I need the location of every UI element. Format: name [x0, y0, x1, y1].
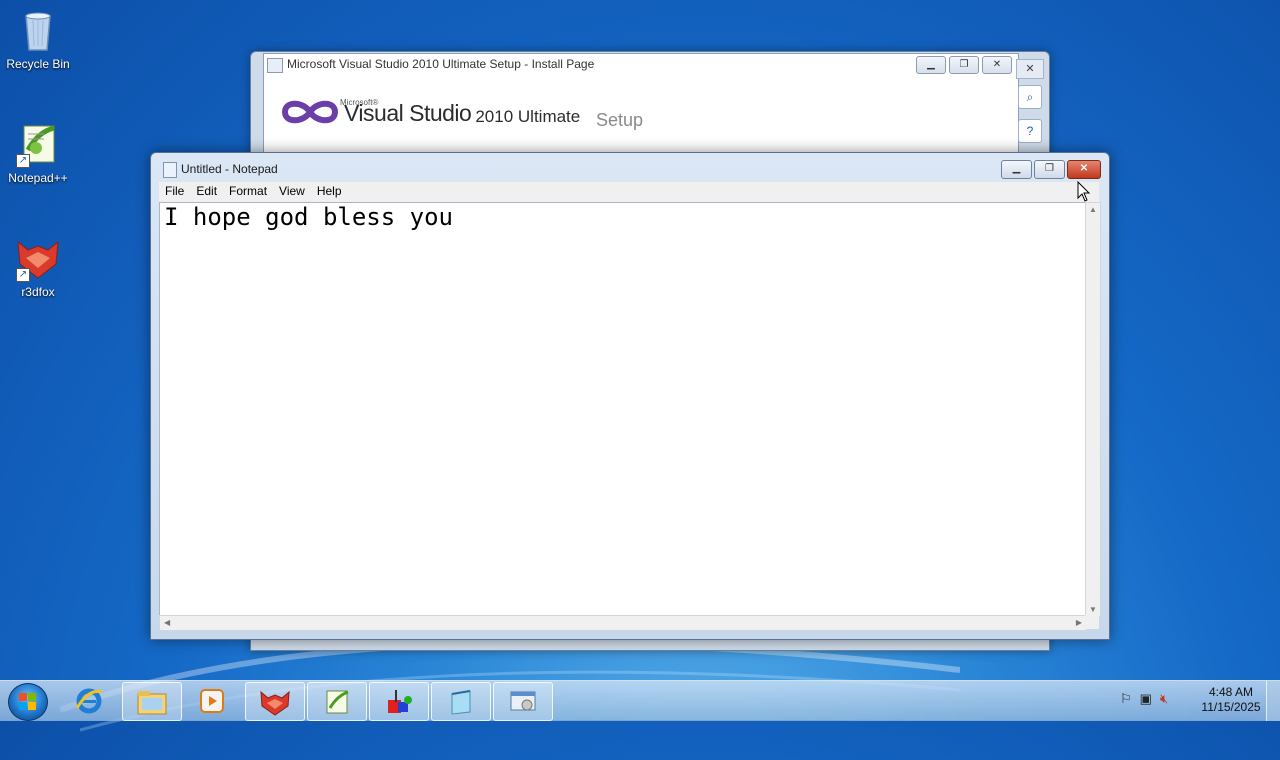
menu-edit[interactable]: Edit: [190, 182, 223, 202]
taskbar-r3dfox[interactable]: [245, 682, 305, 721]
vs-setup-label: Setup: [596, 110, 644, 130]
taskbar: ⚐ ▣ 🔇︎ 4:48 AM 11/15/2025: [0, 680, 1280, 721]
help-icon[interactable]: ?: [1018, 119, 1042, 143]
scroll-down-arrow-icon[interactable]: ▼: [1089, 605, 1097, 614]
notepad-menubar: File Edit Format View Help: [159, 182, 1099, 202]
scroll-up-arrow-icon[interactable]: ▲: [1089, 205, 1097, 214]
desktop-icon-label: r3dfox: [21, 285, 55, 299]
notepad-icon: [163, 162, 177, 178]
notepad-plus-plus-icon: ↗: [14, 120, 62, 168]
taskbar-notepad-plus-plus[interactable]: [307, 682, 367, 721]
notepad-maximize-button[interactable]: ❐: [1034, 160, 1065, 179]
menu-file[interactable]: File: [159, 182, 190, 202]
taskbar-media-player[interactable]: [183, 682, 241, 719]
vs-window-controls: ▁ ❐ ✕: [916, 56, 1012, 74]
r3dfox-icon: ↗: [14, 234, 62, 282]
mouse-cursor-icon: [1077, 181, 1091, 202]
taskbar-file-explorer[interactable]: [122, 682, 182, 721]
notepad-window-controls: ▁ ❐ ✕: [1001, 160, 1101, 179]
action-center-flag-icon[interactable]: ⚐: [1120, 691, 1132, 707]
recycle-bin-icon: [14, 6, 62, 54]
taskbar-notepad[interactable]: [431, 682, 491, 721]
vs-setup-window-title: Microsoft Visual Studio 2010 Ultimate Se…: [287, 57, 595, 71]
vertical-scrollbar[interactable]: ▲ ▼: [1085, 202, 1101, 617]
vs-logo-main: Visual Studio: [344, 100, 472, 126]
notepad-window[interactable]: Untitled - Notepad ▁ ❐ ✕ File Edit Forma…: [150, 152, 1110, 640]
show-desktop-button[interactable]: [1266, 681, 1280, 721]
desktop-icon-label: Notepad++: [8, 171, 68, 185]
menu-view[interactable]: View: [273, 182, 311, 202]
taskbar-internet-explorer[interactable]: [60, 682, 118, 719]
notepad-close-button[interactable]: ✕: [1067, 160, 1101, 179]
vs-minimize-button[interactable]: ▁: [916, 56, 946, 74]
resize-grip[interactable]: [1085, 615, 1099, 629]
desktop-icon-recycle-bin[interactable]: Recycle Bin: [0, 6, 76, 71]
notepad-icon: [451, 689, 471, 715]
vs-infinity-icon: [281, 100, 339, 124]
notepad-content[interactable]: I hope god bless you: [164, 203, 453, 231]
folder-icon: [137, 690, 167, 714]
taskbar-paint-app[interactable]: [369, 682, 429, 721]
menu-format[interactable]: Format: [223, 182, 273, 202]
menu-help[interactable]: Help: [311, 182, 348, 202]
clock-time: 4:48 AM: [1208, 685, 1254, 699]
windows-logo-icon: [19, 693, 36, 710]
notepad-titlebar[interactable]: Untitled - Notepad ▁ ❐ ✕: [151, 153, 1109, 183]
desktop-icon-notepad-plus-plus[interactable]: ↗ Notepad++: [0, 120, 76, 185]
scroll-right-arrow-icon[interactable]: ▶: [1076, 618, 1082, 627]
taskbar-setup-program[interactable]: [493, 682, 553, 721]
vs-maximize-button[interactable]: ❐: [949, 56, 979, 74]
network-icon[interactable]: ▣: [1140, 691, 1152, 707]
notepad-text-area[interactable]: I hope god bless you: [159, 202, 1087, 617]
vs-logo-sub: 2010 Ultimate: [475, 107, 581, 126]
vs-logo: Visual Studio 2010 Ultimate: [281, 97, 580, 127]
desktop-icon-label: Recycle Bin: [6, 57, 70, 71]
vs-close-button[interactable]: ✕: [982, 56, 1012, 74]
shapes-icon: [388, 689, 412, 713]
search-icon[interactable]: ⌕: [1018, 85, 1042, 109]
system-tray: ⚐ ▣ 🔇︎: [1120, 691, 1168, 707]
notepad-minimize-button[interactable]: ▁: [1001, 160, 1032, 179]
clock-date: 11/15/2025: [1201, 700, 1261, 714]
vs-outer-close-button[interactable]: ✕: [1016, 59, 1044, 79]
notepad-window-title: Untitled - Notepad: [181, 162, 278, 176]
media-player-icon: [200, 688, 224, 713]
shortcut-arrow-icon: ↗: [16, 154, 30, 168]
internet-explorer-icon: [75, 688, 103, 713]
setup-window-icon: [267, 58, 283, 73]
notepad-plus-plus-icon: [326, 690, 349, 713]
start-button[interactable]: [8, 683, 48, 721]
scroll-left-arrow-icon[interactable]: ◀: [164, 618, 170, 627]
setup-program-icon: [510, 691, 536, 710]
volume-muted-icon[interactable]: 🔇︎: [1160, 691, 1168, 707]
desktop-icon-r3dfox[interactable]: ↗ r3dfox: [0, 234, 76, 299]
taskbar-clock[interactable]: 4:48 AM 11/15/2025: [1196, 685, 1266, 715]
shortcut-arrow-icon: ↗: [16, 268, 30, 282]
horizontal-scrollbar[interactable]: ◀ ▶: [159, 615, 1087, 631]
r3dfox-icon: [260, 690, 290, 716]
